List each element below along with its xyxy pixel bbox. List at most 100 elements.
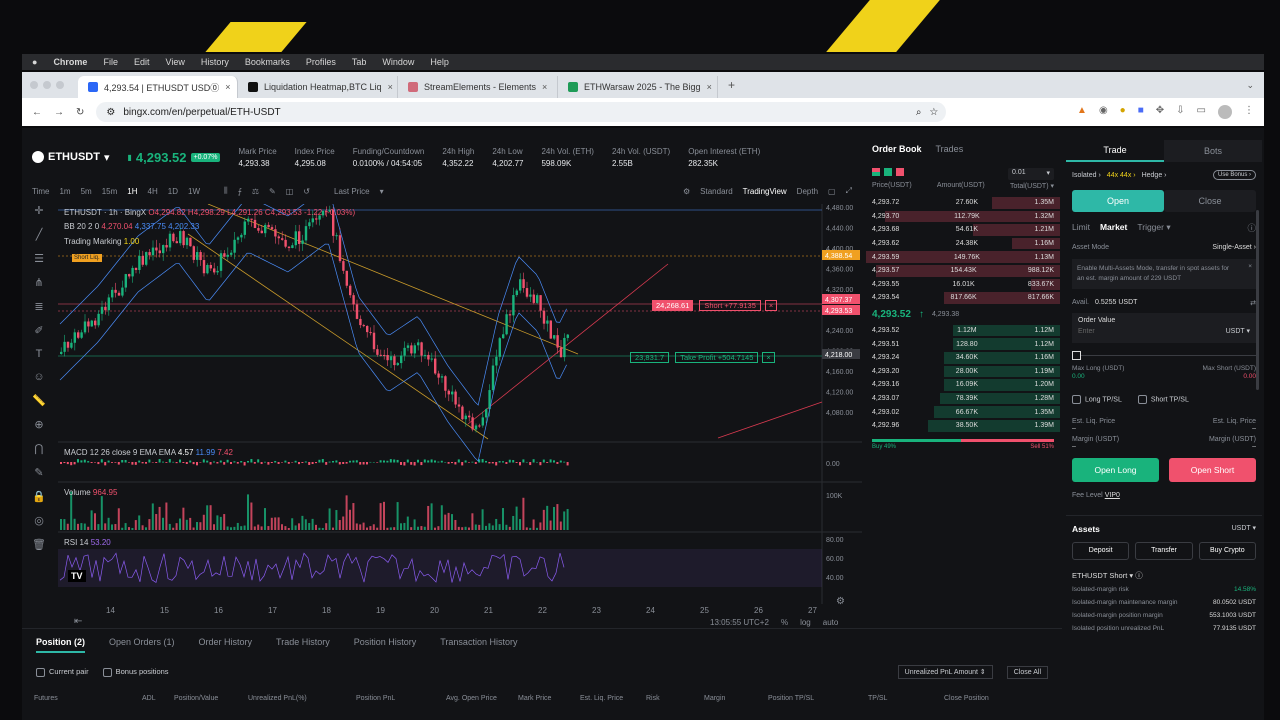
slider-handle[interactable] xyxy=(1072,350,1081,360)
extension-icon[interactable]: ■ xyxy=(1138,105,1144,119)
interval-time[interactable]: Time xyxy=(32,187,49,196)
tab-order-history[interactable]: Order History xyxy=(199,637,253,653)
bar-chart-icon[interactable]: ▮ xyxy=(127,153,131,162)
split-view-icon[interactable]: ▭ xyxy=(1197,105,1206,119)
asset-mode-select[interactable]: Single-Asset › xyxy=(1212,244,1256,251)
scrollbar[interactable] xyxy=(1256,210,1259,390)
trendline-icon[interactable]: ╱ xyxy=(36,228,43,241)
position-selector[interactable]: ETHUSDT Short ▾ ⓘ xyxy=(1066,564,1262,583)
emoji-icon[interactable]: ☺ xyxy=(33,371,44,383)
profile-avatar[interactable] xyxy=(1218,105,1232,119)
chart-canvas[interactable]: 4,480.004,440.004,400.004,360.004,320.00… xyxy=(58,204,862,604)
ruler-icon[interactable]: 📏 xyxy=(32,394,46,407)
apple-icon[interactable]: ● xyxy=(32,57,37,67)
position-mode-select[interactable]: Hedge › xyxy=(1142,172,1167,179)
text-tool-icon[interactable]: T xyxy=(36,348,43,360)
mode-standard[interactable]: Standard xyxy=(700,187,732,196)
bid-row[interactable]: 4,293.51 128.80 1.12M xyxy=(866,337,1060,351)
ask-row[interactable]: 4,293.55 16.01K 833.67K xyxy=(866,278,1060,292)
interval-1h[interactable]: 1H xyxy=(127,187,137,196)
tab-positions[interactable]: Position (2) xyxy=(36,637,85,653)
calendar-icon[interactable]: ⇤ xyxy=(74,616,82,627)
back-icon[interactable]: ← xyxy=(32,107,42,118)
use-bonus-button[interactable]: Use Bonus › xyxy=(1212,170,1256,180)
fib-icon[interactable]: ≣ xyxy=(34,300,43,313)
symbol-selector[interactable]: ETHUSDT ▾ xyxy=(32,151,109,164)
tab-transaction-history[interactable]: Transaction History xyxy=(440,637,517,653)
pct-toggle[interactable]: % xyxy=(781,618,788,627)
asks-only-icon[interactable] xyxy=(896,168,904,176)
menu-profiles[interactable]: Profiles xyxy=(306,57,336,67)
bookmark-star-icon[interactable]: ☆ xyxy=(929,107,938,118)
current-pair-checkbox[interactable]: Current pair xyxy=(36,667,89,677)
settings-icon[interactable]: ⚙ xyxy=(683,187,690,196)
screenshot-icon[interactable]: ◫ xyxy=(286,187,294,196)
ask-row[interactable]: 4,293.54 817.66K 817.66K xyxy=(866,291,1060,305)
browser-tab-bingx[interactable]: 4,293.54 | ETHUSDT USD⓪ × xyxy=(78,76,238,98)
close-all-button[interactable]: Close All xyxy=(1006,665,1048,679)
pnl-select[interactable]: Unrealized PnL Amount ⇕ xyxy=(897,665,993,679)
ask-row[interactable]: 4,293.62 24.38K 1.16M xyxy=(866,237,1060,251)
order-type-trigger[interactable]: Trigger ▾ xyxy=(1137,222,1170,234)
puzzle-icon[interactable]: ✥ xyxy=(1156,105,1164,119)
close-window-icon[interactable] xyxy=(30,81,38,89)
auto-toggle[interactable]: auto xyxy=(823,618,839,627)
ask-row[interactable]: 4,293.72 27.60K 1.35M xyxy=(866,196,1060,210)
bid-row[interactable]: 4,293.24 34.60K 1.16M xyxy=(866,351,1060,365)
browser-tab-coinglass[interactable]: Liquidation Heatmap,BTC Liq × xyxy=(238,76,398,98)
ask-row[interactable]: 4,293.70 112.79K 1.32M xyxy=(866,210,1060,224)
tab-order-book[interactable]: Order Book xyxy=(872,144,922,154)
pitchfork-icon[interactable]: ⋔ xyxy=(34,276,43,289)
unit-select[interactable]: USDT ▾ xyxy=(1226,327,1250,335)
camera-icon[interactable]: ◉ xyxy=(1099,105,1108,119)
indicators-icon[interactable]: ⨍ xyxy=(238,187,242,196)
close-notice-icon[interactable]: × xyxy=(1248,262,1252,272)
zoom-in-icon[interactable]: ⊕ xyxy=(34,418,43,431)
long-tpsl-checkbox[interactable]: Long TP/SL xyxy=(1072,394,1122,404)
order-value-placeholder[interactable]: Enter xyxy=(1078,328,1250,335)
tab-trades[interactable]: Trades xyxy=(936,144,964,154)
open-tab[interactable]: Open xyxy=(1072,190,1164,212)
fee-level-link[interactable]: VIP0 xyxy=(1105,492,1120,499)
both-sides-icon[interactable] xyxy=(872,168,880,176)
close-tab-icon[interactable]: × xyxy=(388,82,393,92)
lock-drawing-icon[interactable]: ✎ xyxy=(34,466,43,479)
open-long-button[interactable]: Open Long xyxy=(1072,457,1159,482)
menu-window[interactable]: Window xyxy=(382,57,414,67)
short-position-line[interactable]: 24,268.61 Short +77.9135 × xyxy=(652,300,778,311)
metamask-icon[interactable]: ▲ xyxy=(1077,105,1087,119)
maximize-window-icon[interactable] xyxy=(56,81,64,89)
bonus-positions-checkbox[interactable]: Bonus positions xyxy=(102,667,169,677)
browser-tab-streamelements[interactable]: StreamElements - Elements × xyxy=(398,76,558,98)
forward-icon[interactable]: → xyxy=(54,107,64,118)
close-tab-icon[interactable]: × xyxy=(542,82,547,92)
last-price-select[interactable]: Last Price xyxy=(334,187,370,196)
url-field[interactable]: ⚙ bingx.com/en/perpetual/ETH-USDT ⌕ ☆ xyxy=(96,102,947,122)
new-tab-button[interactable]: + xyxy=(728,78,735,92)
info-icon[interactable]: ⓘ xyxy=(1247,222,1256,234)
trash-icon[interactable]: 🗑 xyxy=(32,538,46,551)
mode-depth[interactable]: Depth xyxy=(797,187,818,196)
ask-row[interactable]: 4,293.57 154.43K 988.12K xyxy=(866,264,1060,278)
log-toggle[interactable]: log xyxy=(800,618,811,627)
reload-icon[interactable]: ↻ xyxy=(76,107,84,118)
magnet-icon[interactable]: ⋂ xyxy=(34,442,43,455)
lock-icon[interactable]: 🔒 xyxy=(32,490,46,503)
close-tp-icon[interactable]: × xyxy=(762,352,775,363)
order-value-field[interactable]: Order Value Enter USDT ▾ xyxy=(1072,312,1256,343)
tab-position-history[interactable]: Position History xyxy=(354,637,417,653)
fullscreen-icon[interactable]: ⤢ xyxy=(846,186,852,196)
transfer-button[interactable]: Transfer xyxy=(1135,541,1193,560)
menu-bookmarks[interactable]: Bookmarks xyxy=(245,57,290,67)
interval-1w[interactable]: 1W xyxy=(188,187,200,196)
bid-row[interactable]: 4,293.07 78.39K 1.28M xyxy=(866,392,1060,406)
take-profit-line[interactable]: 23,831.7 Take Profit +504.7145 × xyxy=(630,352,775,363)
leverage-select[interactable]: 44x 44x › xyxy=(1107,172,1136,179)
menu-file[interactable]: File xyxy=(103,57,118,67)
undo-icon[interactable]: ↺ xyxy=(303,187,310,196)
close-tab-icon[interactable]: × xyxy=(707,82,712,92)
close-tab[interactable]: Close xyxy=(1164,190,1256,212)
coin-icon[interactable]: ● xyxy=(1120,105,1126,119)
draw-icon[interactable]: ✎ xyxy=(269,187,276,196)
interval-1m[interactable]: 1m xyxy=(59,187,70,196)
